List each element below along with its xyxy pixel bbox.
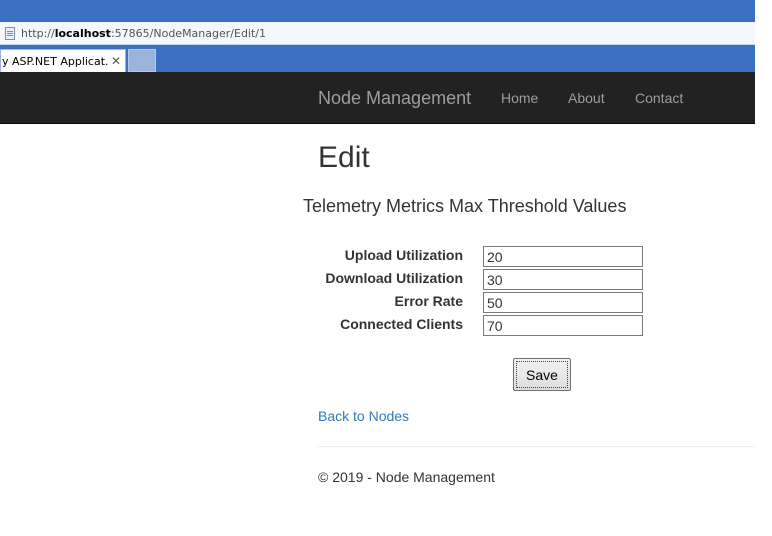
connected-clients-label: Connected Clients bbox=[340, 316, 463, 332]
window-title-bar bbox=[0, 0, 755, 22]
download-utilization-input[interactable] bbox=[483, 269, 643, 290]
footer-copyright: © 2019 - Node Management bbox=[318, 469, 495, 485]
close-icon[interactable]: ✕ bbox=[109, 54, 123, 68]
browser-tab[interactable]: y ASP.NET Applicat... ✕ bbox=[0, 49, 126, 72]
page-title: Edit bbox=[318, 141, 370, 174]
url-host: localhost bbox=[54, 26, 111, 40]
new-tab-button[interactable] bbox=[128, 49, 156, 72]
download-utilization-label: Download Utilization bbox=[325, 270, 463, 286]
error-rate-input[interactable] bbox=[483, 292, 643, 313]
back-to-nodes-link[interactable]: Back to Nodes bbox=[318, 408, 409, 424]
nav-home-link[interactable]: Home bbox=[501, 90, 538, 106]
save-button[interactable]: Save bbox=[513, 358, 571, 391]
site-navbar: Node Management Home About Contact bbox=[0, 72, 755, 124]
upload-utilization-label: Upload Utilization bbox=[344, 247, 463, 263]
upload-utilization-input[interactable] bbox=[483, 246, 643, 267]
error-rate-label: Error Rate bbox=[394, 293, 463, 309]
nav-about-link[interactable]: About bbox=[568, 90, 605, 106]
browser-tab-title: y ASP.NET Applicat... bbox=[2, 54, 109, 68]
page-icon bbox=[5, 26, 15, 40]
url-path: :57865/NodeManager/Edit/1 bbox=[110, 26, 266, 40]
section-title: Telemetry Metrics Max Threshold Values bbox=[303, 196, 627, 216]
tab-strip: y ASP.NET Applicat... ✕ bbox=[0, 45, 755, 72]
connected-clients-input[interactable] bbox=[483, 315, 643, 336]
footer-divider bbox=[318, 446, 755, 447]
url-scheme: http:// bbox=[21, 26, 55, 40]
address-bar[interactable]: http://localhost:57865/NodeManager/Edit/… bbox=[0, 22, 755, 45]
navbar-brand[interactable]: Node Management bbox=[318, 88, 471, 109]
nav-contact-link[interactable]: Contact bbox=[635, 90, 683, 106]
window-edge bbox=[755, 0, 772, 536]
